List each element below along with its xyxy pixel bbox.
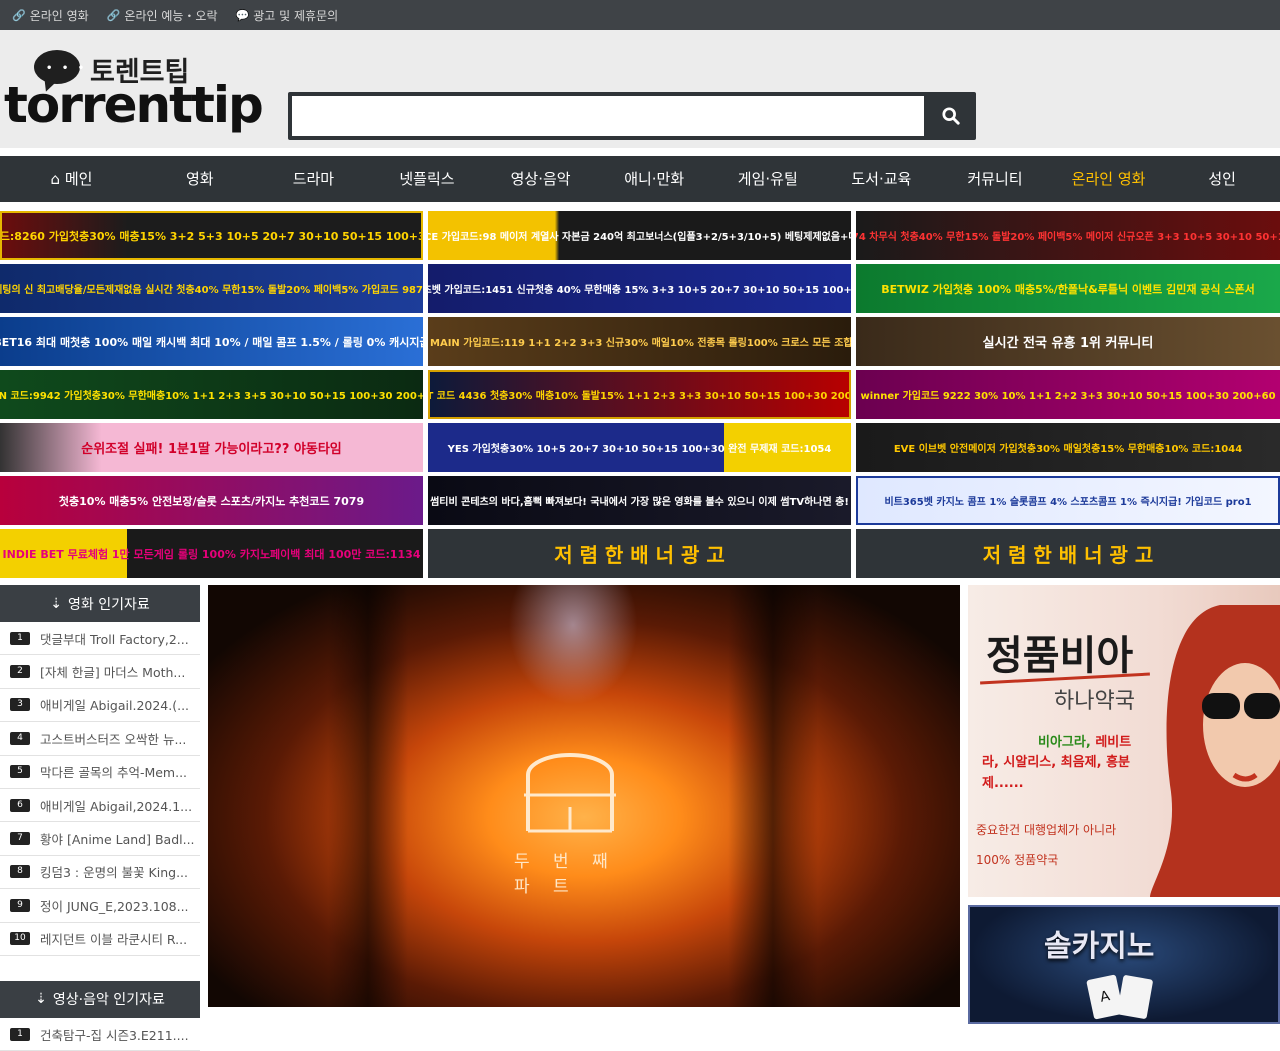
nav-item-adult[interactable]: 성인: [1165, 156, 1279, 202]
link-icon: 🔗: [106, 8, 121, 22]
list-item[interactable]: 9 정이 JUNG_E,2023.108...: [0, 889, 200, 923]
ad-title: 솔카지노: [1044, 929, 1155, 964]
ad-subtitle: 하나약국: [1054, 689, 1135, 714]
list-item[interactable]: 3 애비게일 Abigail.2024.(...: [0, 689, 200, 723]
search-icon: [942, 107, 960, 125]
woman-with-sunglasses-image: [1150, 605, 1280, 897]
list-item[interactable]: 7 황야 [Anime Land] Badl...: [0, 822, 200, 856]
topbar-link-online-movie[interactable]: 🔗 온라인 영화: [12, 7, 89, 24]
main-nav: ⌂ 메인 영화 드라마 넷플릭스 영상·음악 애니·만화 게임·유틸 도서·교육…: [0, 156, 1280, 202]
nav-item-video-music[interactable]: 영상·음악: [484, 156, 598, 202]
sidebar-section-header: ⇣ 영화 인기자료: [0, 585, 200, 622]
list-item[interactable]: 4 고스트버스터즈 오싹한 뉴...: [0, 722, 200, 756]
header: • • • 토렌트팁 torrenttip: [0, 30, 1280, 148]
casino-ad[interactable]: 솔카지노 A: [968, 905, 1280, 1024]
pharmacy-ad[interactable]: 정품비아 하나약국 비아그라, 레비트 라, 시알리스, 최음제, 흥분제...…: [968, 585, 1280, 897]
nav-item-books-edu[interactable]: 도서·교육: [825, 156, 939, 202]
banner-ad[interactable]: 베팅의 신 최고배당율/모든제재없음 실시간 첫충40% 무한15% 돌발20%…: [0, 264, 423, 313]
sidebar-section-header: ⇣ 영상·음악 인기자료: [0, 980, 200, 1018]
banner-ad[interactable]: THE MAIN 가입코드:119 1+1 2+2 3+3 신규30% 매일10…: [428, 317, 851, 366]
nav-item-netflix[interactable]: 넷플릭스: [370, 156, 484, 202]
sort-icon: ⇣: [50, 595, 62, 612]
banner-ad[interactable]: BETWIZ 가입첫충 100% 매충5%/한폴낙&루틀닉 이벤트 김민재 공식…: [856, 264, 1280, 313]
banner-ad[interactable]: 첫충10% 매충5% 안전보장/슬롯 스포츠/카지노 추천코드 7079: [0, 476, 423, 525]
list-item[interactable]: 1 건축탐구-집 시즌3.E211....: [0, 1018, 200, 1051]
banner-ad[interactable]: 실시간 전국 유흥 1위 커뮤니티: [856, 317, 1280, 366]
list-item[interactable]: 8 킹덤3 : 운명의 불꽃 King...: [0, 856, 200, 890]
banner-ad[interactable]: 코드:8260 가입첫충30% 매충15% 3+2 5+3 10+5 20+7 …: [0, 211, 423, 260]
dune-logo-icon: [524, 753, 616, 833]
main-banner-image[interactable]: 두 번 째 파 트: [208, 585, 960, 1007]
banner-ad[interactable]: 가입코드 9874 차무식 첫충40% 무한15% 돌발20% 페이백5% 메이…: [856, 211, 1280, 260]
nav-item-movie[interactable]: 영화: [143, 156, 257, 202]
list-item[interactable]: 5 막다른 골목의 추억-Mem...: [0, 756, 200, 789]
ad-title: 정품비아: [986, 633, 1134, 679]
list-item[interactable]: 6 애비게일 Abigail,2024.1...: [0, 789, 200, 823]
nav-item-anime-comics[interactable]: 애니·만화: [597, 156, 711, 202]
search-input[interactable]: [292, 96, 924, 136]
link-icon: 🔗: [12, 8, 26, 22]
banner-ad[interactable]: WIN 코드:9942 가입첫충30% 무한매충10% 1+1 2+3 3+5 …: [0, 370, 423, 419]
banner-ad[interactable]: 저 렴 한 배 너 광 고: [856, 529, 1280, 578]
banner-ad[interactable]: 저 렴 한 배 너 광 고: [428, 529, 851, 578]
nav-item-drama[interactable]: 드라마: [257, 156, 371, 202]
banner-ad[interactable]: INDIE BET 무료체험 1만 모든게임 롤링 100% 카지노페이백 최대…: [0, 529, 423, 578]
list-item[interactable]: 1 댓글부대 Troll Factory,2...: [0, 622, 200, 656]
nav-item-community[interactable]: 커뮤니티: [938, 156, 1052, 202]
banner-ad[interactable]: 1BET 코드 4436 첫충30% 매충10% 돌발15% 1+1 2+3 3…: [428, 370, 851, 419]
nav-item-online-movie[interactable]: 온라인 영화: [1052, 156, 1166, 202]
banner-ad[interactable]: 썸티비 콘테츠의 바다,흠뻑 빠져보다! 국내에서 가장 많은 영화를 볼수 있…: [428, 476, 851, 525]
topbar-link-ad-inquiry[interactable]: 💬 광고 및 제휴문의: [236, 7, 339, 24]
banner-ad[interactable]: 순위조절 실패! 1분1딸 가능이라고?? 야동타임: [0, 423, 423, 472]
banner-ad[interactable]: 히츠벳 가입코드:1451 신규첫충 40% 무한매충 15% 3+3 10+5…: [428, 264, 851, 313]
logo-english-text: torrenttip: [4, 76, 264, 134]
main-banner-subtitle: 두 번 째 파 트: [514, 852, 617, 897]
search-button[interactable]: [926, 92, 976, 140]
sidebar: ⇣ 영화 인기자료 1 댓글부대 Troll Factory,2... 2 [자체 한…: [0, 585, 200, 1051]
banner-ad[interactable]: 비트365벳 카지노 콤프 1% 슬롯콤프 4% 스포츠콤프 1% 즉시지급! …: [856, 476, 1280, 525]
banner-ad[interactable]: BET16 최대 매첫충 100% 매일 캐시백 최대 10% / 매일 콤프 …: [0, 317, 423, 366]
nav-item-game-util[interactable]: 게임·유틸: [711, 156, 825, 202]
sort-icon: ⇣: [35, 991, 47, 1008]
banner-ad[interactable]: YES 가입첫충30% 10+5 20+7 30+10 50+15 100+30…: [428, 423, 851, 472]
banner-ad[interactable]: EVE 이브벳 안전메이저 가입첫충30% 매일첫충15% 무한매충10% 코드…: [856, 423, 1280, 472]
list-item[interactable]: 2 [자체 한글] 마더스 Moth...: [0, 655, 200, 689]
top-bar: 🔗 온라인 영화 🔗 온라인 예능・오락 💬 광고 및 제휴문의: [0, 0, 1280, 30]
banner-ad[interactable]: BINANCE 가입코드:98 메이저 계열사 자본금 240억 최고보너스(입…: [428, 211, 851, 260]
nav-item-home[interactable]: ⌂ 메인: [0, 156, 143, 202]
home-icon: ⌂: [50, 170, 65, 188]
search-bar: [288, 92, 976, 140]
banner-ad[interactable]: winner 가입코드 9222 30% 10% 1+1 2+2 3+3 30+…: [856, 370, 1280, 419]
list-item[interactable]: 10 레지던트 이블 라쿤시티 R...: [0, 923, 200, 956]
comments-icon: 💬: [235, 8, 250, 22]
site-logo[interactable]: • • • 토렌트팁 torrenttip: [4, 48, 264, 140]
topbar-link-online-variety[interactable]: 🔗 온라인 예능・오락: [107, 7, 218, 24]
